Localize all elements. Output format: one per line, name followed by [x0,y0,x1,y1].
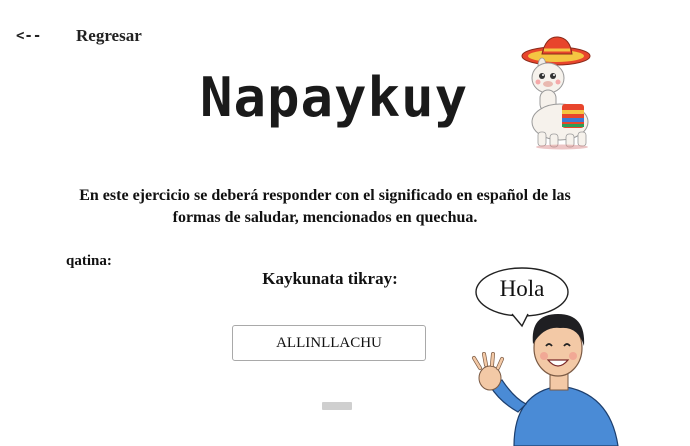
exercise-prompt: Kaykunata tikray: [262,269,398,288]
quechua-word: ALLINLLACHU [276,334,382,351]
back-button[interactable]: Regresar [76,26,142,46]
quechua-word-box: ALLINLLACHU [232,325,426,361]
qatina-label: qatina: [66,253,112,269]
instructions-text: En este ejercicio se deberá responder co… [79,187,571,226]
answer-input[interactable] [322,402,352,410]
back-arrow-icon[interactable]: <-- [16,28,41,44]
page-title: Napaykuy [200,66,469,129]
llama-mascot-icon [521,36,591,150]
speech-bubble-text: Hola [499,276,545,301]
